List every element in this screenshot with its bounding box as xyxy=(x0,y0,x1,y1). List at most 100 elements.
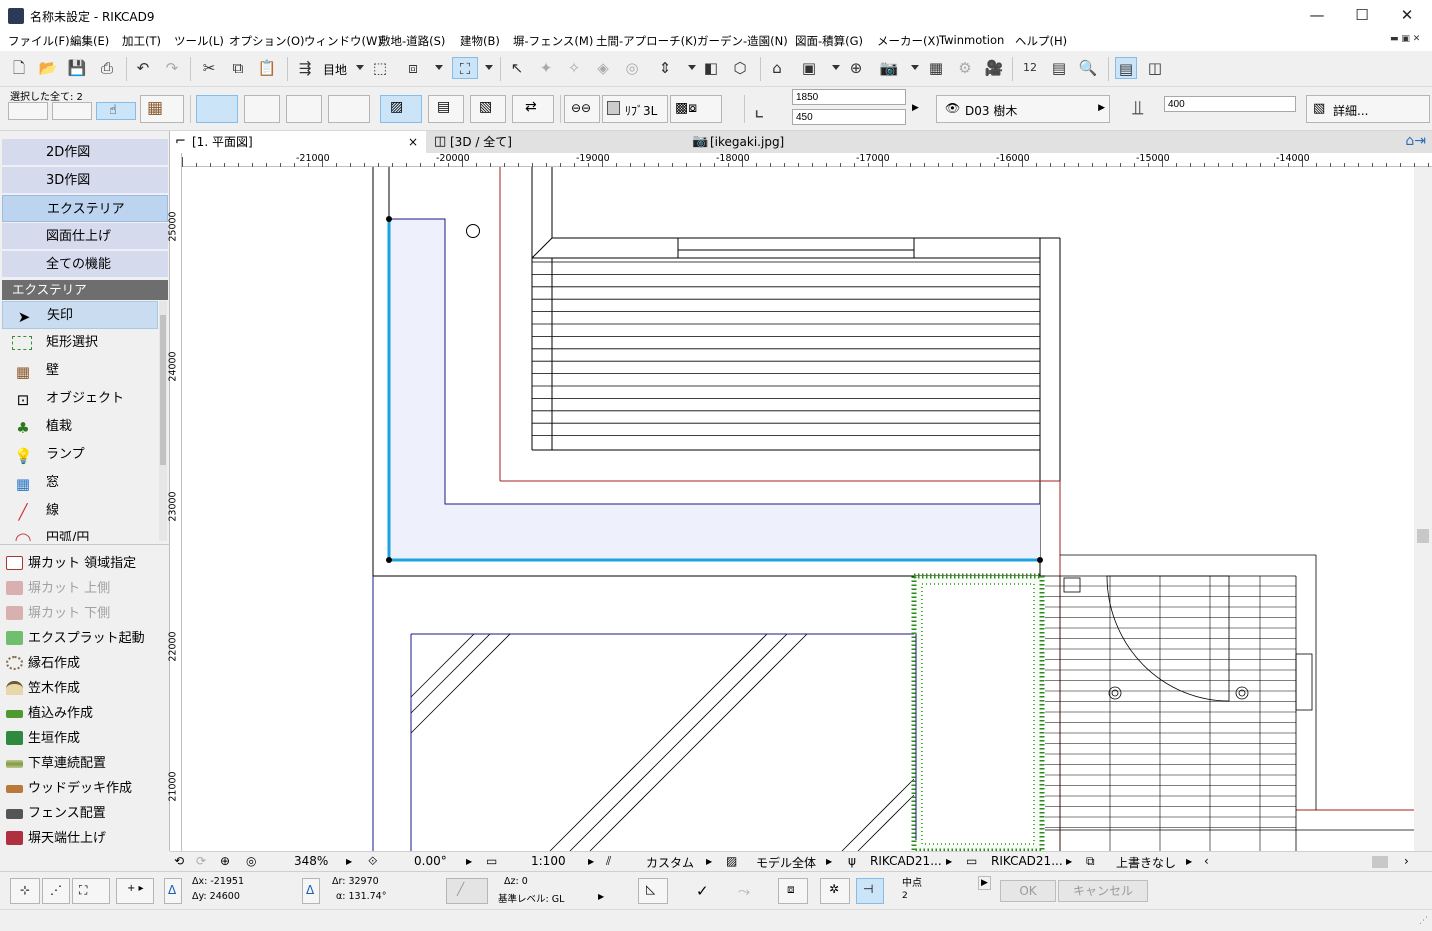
tool-wall[interactable]: ▦ 壁 xyxy=(2,357,158,385)
calendar-icon[interactable]: 12 xyxy=(1019,57,1041,79)
resize-grip-icon[interactable]: ⋰ xyxy=(1419,916,1428,926)
tab-image[interactable]: 📷 [ikegaki.jpg] xyxy=(688,131,946,153)
tab-close-icon[interactable]: × xyxy=(408,131,418,153)
snap-extra-button[interactable]: + ▸ xyxy=(116,878,154,904)
print-icon[interactable]: ⎙ xyxy=(96,57,118,79)
save-icon[interactable]: 💾 xyxy=(66,57,88,79)
menu-maker[interactable]: メーカー(X) xyxy=(877,33,940,49)
turn-icon[interactable]: ◎ xyxy=(621,57,643,79)
h-scroll-thumb[interactable] xyxy=(1372,856,1388,868)
palette-scrollbar[interactable] xyxy=(159,301,167,541)
snap-point-button[interactable]: ⊹ xyxy=(10,878,40,904)
select-mode-2-button[interactable] xyxy=(52,102,92,120)
snap-box-button[interactable]: ⧈ xyxy=(778,878,808,904)
close-button[interactable]: ✕ xyxy=(1392,4,1422,26)
menu-tools[interactable]: ツール(L) xyxy=(174,33,224,49)
box-icon[interactable]: ◧ xyxy=(700,57,722,79)
group-2d[interactable]: 2D作図 xyxy=(2,139,168,166)
structure-arrow-icon[interactable]: ▶ xyxy=(706,857,712,866)
magic-wand-button[interactable]: ✲ xyxy=(820,878,850,904)
model-view-icon[interactable]: ▨ xyxy=(726,854,737,868)
menu-floor-approach[interactable]: 土間-アプローチ(K) xyxy=(596,33,697,49)
floor-plan-drawing[interactable] xyxy=(182,167,1414,851)
layer-label[interactable]: 目地 xyxy=(323,61,347,78)
floor-plan-icon[interactable]: ▤ xyxy=(1115,57,1137,79)
structure-icon[interactable]: ⫽ xyxy=(606,854,611,869)
undo-view-icon[interactable]: ⟲ xyxy=(174,854,184,868)
palette-scroll-thumb[interactable] xyxy=(160,315,166,465)
pen-icon[interactable]: ψ xyxy=(848,854,856,868)
geometry-slant-button[interactable] xyxy=(286,95,322,123)
scale-icon[interactable]: ▭ xyxy=(486,854,497,868)
select-mode-3-button[interactable]: ☝ xyxy=(96,102,136,120)
angle-value[interactable]: 0.00° xyxy=(414,854,447,868)
tool-line[interactable]: ╱ 線 xyxy=(2,497,158,525)
group-3d[interactable]: 3D作図 xyxy=(2,167,168,194)
guide-button[interactable]: ◺ xyxy=(638,878,668,904)
menu-options[interactable]: オプション(O) xyxy=(229,33,305,49)
angle-arrow-icon[interactable]: ▶ xyxy=(466,857,472,866)
minimize-button[interactable]: — xyxy=(1302,4,1332,26)
menu-help[interactable]: ヘルプ(H) xyxy=(1015,33,1067,49)
zoom-value[interactable]: 348% xyxy=(294,854,328,868)
orbit-icon[interactable]: ✦ xyxy=(535,57,557,79)
structure-value[interactable]: カスタム xyxy=(646,854,694,871)
tab-3d[interactable]: ◫ [3D / 全て] xyxy=(428,131,686,153)
select-mode-1-button[interactable] xyxy=(8,102,48,120)
cmd-wall-cut-bottom[interactable]: 塀カット 下側 xyxy=(4,601,168,626)
cmd-fence[interactable]: フェンス配置 xyxy=(4,801,168,826)
section-icon[interactable]: ⬚ xyxy=(369,57,391,79)
render-icon[interactable]: ⊕ xyxy=(845,57,867,79)
override-arrow-icon[interactable]: ▶ xyxy=(1186,857,1192,866)
scroll-left-icon[interactable]: ‹ xyxy=(1204,854,1209,868)
redo-icon[interactable]: ↷ xyxy=(161,57,183,79)
edit-icon[interactable]: ⤳ xyxy=(738,882,750,900)
navigate-dropdown-icon[interactable] xyxy=(688,65,696,70)
menu-site-road[interactable]: 敷地-道路(S) xyxy=(379,33,445,49)
tool-window[interactable]: ▦ 窓 xyxy=(2,469,158,497)
cut-icon[interactable]: ✂ xyxy=(198,57,220,79)
model-dropdown-icon[interactable] xyxy=(832,65,840,70)
tool-arrow[interactable]: ➤ 矢印 xyxy=(2,301,158,329)
menu-edit[interactable]: 編集(E) xyxy=(70,33,109,49)
tool-lamp[interactable]: 💡 ランプ xyxy=(2,441,158,469)
snap-grid-button[interactable]: ⋰ xyxy=(42,878,70,904)
scroll-thumb[interactable] xyxy=(1417,529,1429,543)
scale-arrow-icon[interactable]: ▶ xyxy=(588,857,594,866)
cmd-hedge[interactable]: 生垣作成 xyxy=(4,726,168,751)
relative-toggle-2[interactable]: Δ xyxy=(302,878,320,904)
photo-icon[interactable]: ▦ xyxy=(925,57,947,79)
redo-view-icon[interactable]: ⟳ xyxy=(196,854,206,868)
undo-icon[interactable]: ↶ xyxy=(132,57,154,79)
copy-icon[interactable]: ⧉ xyxy=(227,57,249,79)
cmd-wood-deck[interactable]: ウッドデッキ作成 xyxy=(4,776,168,801)
layer-select[interactable]: 👁 D03 樹木 ▶ xyxy=(936,95,1110,123)
cancel-button[interactable]: キャンセル xyxy=(1058,880,1148,902)
cmd-wall-cut-area[interactable]: 塀カット 領域指定 xyxy=(4,551,168,576)
override-value[interactable]: 上書きなし xyxy=(1116,854,1176,871)
pen-set-1[interactable]: RIKCAD21... xyxy=(870,854,942,868)
3d-window-icon[interactable]: ◫ xyxy=(1144,57,1166,79)
ref-level[interactable]: 基準レベル: GL xyxy=(498,891,564,905)
relative-toggle-1[interactable]: Δ xyxy=(164,878,182,904)
open-file-icon[interactable]: 📂 xyxy=(37,57,59,79)
menu-modify[interactable]: 加工(T) xyxy=(122,33,161,49)
graphic-icon[interactable]: ▭ xyxy=(966,854,977,868)
ref-line-outside-button[interactable]: ▨ xyxy=(380,95,422,123)
snap-frame-button[interactable]: ⛶ xyxy=(72,878,110,904)
horizontal-scrollbar[interactable] xyxy=(1216,855,1392,869)
tab-floor-plan[interactable]: ⌐ [1. 平面図] × xyxy=(170,131,426,153)
display-icon[interactable]: ⧈ xyxy=(402,57,424,79)
3d-navigate-icon[interactable]: ⇕ xyxy=(654,57,676,79)
new-file-icon[interactable]: 🗋 xyxy=(8,57,30,79)
ok-button[interactable]: OK xyxy=(1000,880,1056,902)
geometry-box-button[interactable] xyxy=(244,95,280,123)
scroll-right-icon[interactable]: › xyxy=(1404,854,1409,868)
height-bottom-input[interactable] xyxy=(792,109,906,125)
geometry-trapezoid-button[interactable] xyxy=(328,95,370,123)
zoom-search-icon[interactable]: 🔍 xyxy=(1077,57,1099,79)
layer-icon[interactable]: ⇶ xyxy=(294,57,316,79)
cmd-ground-cover[interactable]: 下草連続配置 xyxy=(4,751,168,776)
ref-line-inside-button[interactable]: ▧ xyxy=(470,95,506,123)
snap-expand-icon[interactable]: ▶ xyxy=(978,876,991,890)
